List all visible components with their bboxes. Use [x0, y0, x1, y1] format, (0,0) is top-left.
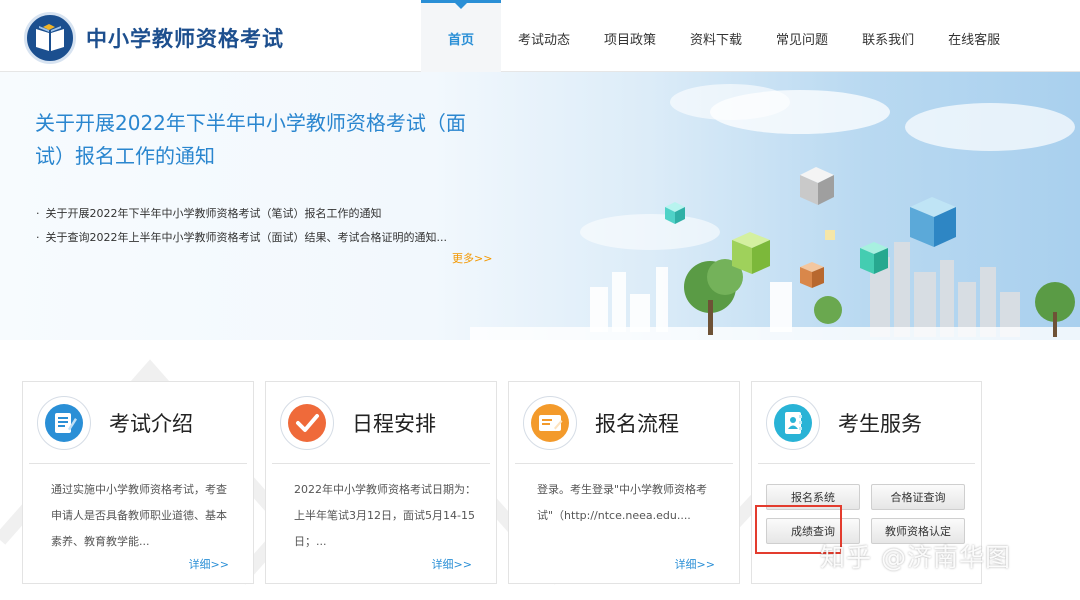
- card-title: 考试介绍: [109, 412, 193, 436]
- news-item[interactable]: 关于开展2022年下半年中小学教师资格考试（笔试）报名工作的通知: [36, 202, 447, 226]
- card-title: 考生服务: [838, 412, 922, 436]
- detail-link[interactable]: 详细>>: [189, 556, 229, 572]
- detail-link[interactable]: 详细>>: [432, 556, 472, 572]
- card-summary: 登录。考生登录"中小学教师资格考试"（http://ntce.neea.edu.…: [537, 483, 708, 522]
- banner-headline-link[interactable]: 关于开展2022年下半年中小学教师资格考试（面试）报名工作的通知: [35, 107, 485, 173]
- site-logo[interactable]: 中小学教师资格考试: [24, 12, 284, 64]
- document-edit-icon: [37, 396, 91, 450]
- divider: [272, 463, 490, 464]
- contacts-book-icon: [766, 396, 820, 450]
- watermark: 知乎 @济南华图: [820, 543, 1011, 572]
- nav-downloads[interactable]: 资料下载: [673, 0, 759, 72]
- card-summary: 2022年中小学教师资格考试日期为：上半年笔试3月12日，面试5月14-15日；…: [294, 483, 476, 548]
- checkmark-icon: [280, 396, 334, 450]
- nav-exam-news[interactable]: 考试动态: [501, 0, 587, 72]
- hero-banner: 关于开展2022年下半年中小学教师资格考试（面试）报名工作的通知 关于开展202…: [0, 72, 1080, 340]
- nav-home[interactable]: 首页: [421, 0, 501, 72]
- card-schedule: 日程安排 2022年中小学教师资格考试日期为：上半年笔试3月12日，面试5月14…: [265, 381, 497, 584]
- site-name: 中小学教师资格考试: [86, 27, 284, 51]
- detail-link[interactable]: 详细>>: [675, 556, 715, 572]
- certificate-query-button[interactable]: 合格证查询: [871, 484, 965, 510]
- card-title: 日程安排: [352, 412, 436, 436]
- card-registration-process: 报名流程 登录。考生登录"中小学教师资格考试"（http://ntce.neea…: [508, 381, 740, 584]
- more-news-link[interactable]: 更多>>: [452, 250, 492, 266]
- divider: [29, 463, 247, 464]
- divider: [515, 463, 733, 464]
- nav-contact[interactable]: 联系我们: [845, 0, 931, 72]
- main-nav: 首页 考试动态 项目政策 资料下载 常见问题 联系我们 在线客服: [421, 0, 1017, 72]
- card-exam-intro: 考试介绍 通过实施中小学教师资格考试，考查申请人是否具备教师职业道德、基本素养、…: [22, 381, 254, 584]
- registration-form-icon: [523, 396, 577, 450]
- nav-online-service[interactable]: 在线客服: [931, 0, 1017, 72]
- banner-news-list: 关于开展2022年下半年中小学教师资格考试（笔试）报名工作的通知 关于查询202…: [36, 202, 447, 250]
- divider: [758, 463, 975, 464]
- nav-policy[interactable]: 项目政策: [587, 0, 673, 72]
- nav-faq[interactable]: 常见问题: [759, 0, 845, 72]
- logo-book-icon: [24, 12, 76, 64]
- news-item[interactable]: 关于查询2022年上半年中小学教师资格考试（面试）结果、考试合格证明的通知...: [36, 226, 447, 250]
- card-summary: 通过实施中小学教师资格考试，考查申请人是否具备教师职业道德、基本素养、教育教学能…: [51, 483, 227, 548]
- site-header: 中小学教师资格考试 首页 考试动态 项目政策 资料下载 常见问题 联系我们 在线…: [0, 0, 1080, 72]
- city-cubes-illustration: [470, 84, 1080, 340]
- card-title: 报名流程: [595, 412, 679, 436]
